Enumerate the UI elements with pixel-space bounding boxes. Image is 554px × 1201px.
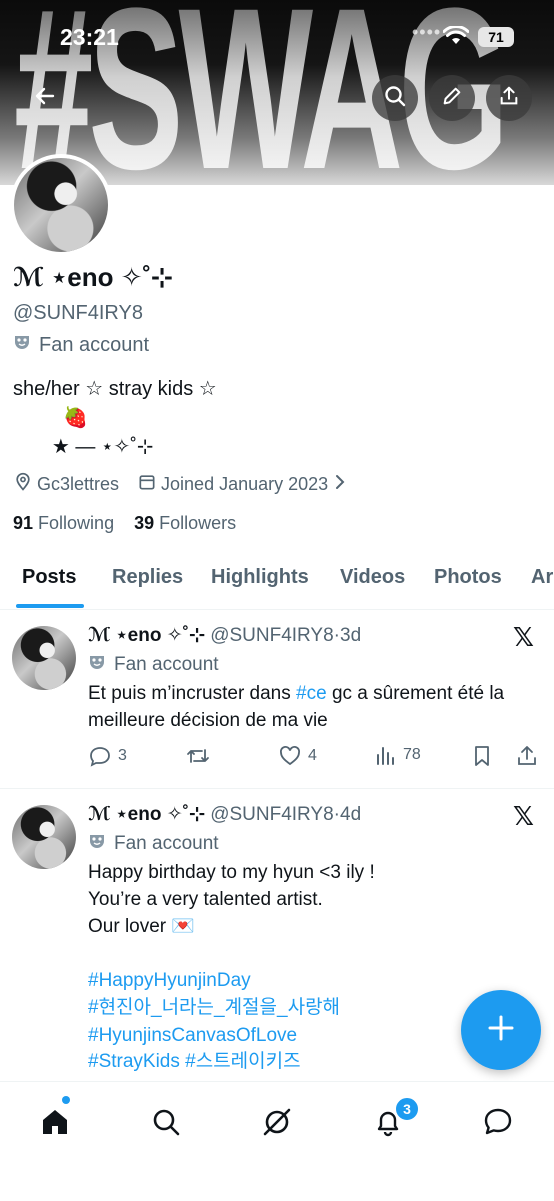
- share-button[interactable]: [486, 75, 532, 121]
- post-header: ℳ ⋆eno ✧˚⊹ @SUNF4IRY8·3d: [88, 625, 362, 646]
- share-post-button[interactable]: [515, 744, 539, 768]
- compose-button[interactable]: [461, 990, 541, 1070]
- profile-category-label: Fan account: [39, 333, 150, 356]
- bookmark-button[interactable]: [471, 744, 493, 768]
- tab-articles[interactable]: Ar: [531, 566, 553, 589]
- nav-grok[interactable]: [257, 1102, 297, 1142]
- post-time: 3d: [340, 625, 362, 646]
- search-button[interactable]: [372, 75, 418, 121]
- mask-icon: [88, 832, 106, 856]
- mask-icon: [88, 653, 106, 677]
- post-item[interactable]: ℳ ⋆eno ✧˚⊹ @SUNF4IRY8·3d 𝕏 Fan account E…: [0, 610, 554, 789]
- share-icon: [518, 746, 536, 765]
- home-icon: [43, 1110, 67, 1134]
- edit-icon: [441, 85, 463, 112]
- chevron-right-icon[interactable]: [332, 473, 348, 496]
- follow-stats: 91 Following 39 Followers: [13, 513, 236, 534]
- search-icon: [153, 1109, 180, 1136]
- reply-icon: [90, 747, 110, 767]
- profile-name: ℳ ⋆eno ✧˚⊹: [13, 262, 173, 292]
- home-notification-dot: [62, 1096, 70, 1104]
- signal-dots-icon: ••••: [412, 22, 442, 42]
- bookmark-icon: [475, 746, 489, 766]
- profile-category: Fan account: [13, 333, 149, 357]
- post-actions: 3 4 78: [88, 744, 540, 772]
- post-category: Fan account: [88, 832, 219, 856]
- repost-button[interactable]: [185, 744, 211, 768]
- back-button[interactable]: [22, 75, 68, 121]
- search-icon: [383, 84, 407, 113]
- location-icon: [13, 472, 33, 497]
- post-avatar[interactable]: [12, 805, 76, 869]
- battery-indicator: 71: [478, 27, 514, 47]
- post-author-handle: @SUNF4IRY8: [210, 804, 334, 825]
- views-button[interactable]: 78: [375, 744, 421, 766]
- post-author-name[interactable]: ℳ ⋆eno ✧˚⊹: [88, 804, 205, 825]
- like-button[interactable]: 4: [278, 744, 317, 768]
- followers-link[interactable]: 39 Followers: [134, 513, 236, 533]
- profile-location: Gc3lettres: [37, 474, 120, 494]
- profile-tabs: Posts Replies Highlights Videos Photos A…: [0, 556, 554, 610]
- bottom-nav: 3: [0, 1081, 554, 1201]
- post-time: 4d: [340, 804, 362, 825]
- active-tab-indicator: [16, 604, 84, 608]
- grok-icon: [263, 1108, 291, 1136]
- profile-avatar[interactable]: [10, 154, 112, 256]
- post-category: Fan account: [88, 653, 219, 677]
- views-icon: [377, 747, 394, 765]
- notifications-badge: 3: [394, 1096, 420, 1122]
- edit-profile-button[interactable]: [429, 75, 475, 121]
- share-icon: [498, 85, 520, 112]
- hashtag-link[interactable]: #ce: [296, 683, 327, 704]
- calendar-icon: [137, 472, 157, 497]
- back-arrow-icon: [33, 84, 57, 113]
- x-logo-icon: 𝕏: [513, 622, 534, 652]
- tab-highlights[interactable]: Highlights: [211, 566, 309, 589]
- post-text: Happy birthday to my hyun <3 ily ! You’r…: [88, 862, 375, 937]
- reply-button[interactable]: 3: [88, 744, 127, 768]
- like-icon: [280, 746, 300, 766]
- tab-replies[interactable]: Replies: [112, 566, 183, 589]
- nav-messages[interactable]: [478, 1102, 518, 1142]
- profile-bio: she/her ☆ stray kids ☆ 🍓 ★ — ⋆✧˚⊹: [13, 378, 217, 458]
- nav-search[interactable]: [146, 1102, 186, 1142]
- mask-icon: [13, 333, 31, 357]
- wifi-icon: [442, 25, 470, 51]
- following-link[interactable]: 91 Following: [13, 513, 114, 533]
- profile-handle: @SUNF4IRY8: [13, 302, 143, 324]
- post-avatar[interactable]: [12, 626, 76, 690]
- profile-meta: Gc3lettres Joined January 2023: [13, 472, 352, 497]
- post-header: ℳ ⋆eno ✧˚⊹ @SUNF4IRY8·4d: [88, 804, 362, 825]
- tab-photos[interactable]: Photos: [434, 566, 502, 589]
- repost-icon: [187, 749, 209, 763]
- x-logo-icon: 𝕏: [513, 801, 534, 831]
- tab-posts[interactable]: Posts: [22, 566, 76, 589]
- avatar-image: [14, 158, 108, 252]
- profile-joined: Joined January 2023: [161, 474, 329, 494]
- post-author-name[interactable]: ℳ ⋆eno ✧˚⊹: [88, 625, 205, 646]
- nav-home[interactable]: [35, 1102, 75, 1142]
- status-time: 23:21: [60, 24, 119, 50]
- post-text: Et puis m’incruster dans #ce gc a sûreme…: [88, 683, 510, 731]
- messages-icon: [484, 1108, 512, 1135]
- plus-icon: [486, 1013, 516, 1048]
- hashtag-link[interactable]: #HappyHyunjinDay: [88, 967, 538, 994]
- status-bar: 23:21 •••• 71: [0, 18, 554, 58]
- tab-videos[interactable]: Videos: [340, 566, 405, 589]
- post-author-handle: @SUNF4IRY8: [210, 625, 334, 646]
